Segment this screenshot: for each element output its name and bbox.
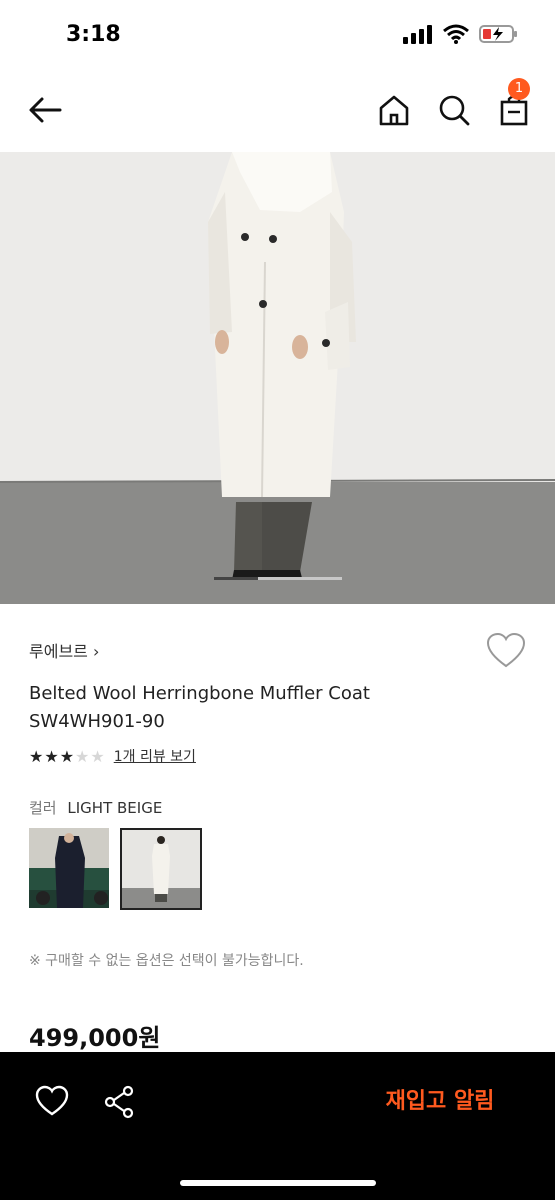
color-label: 컬러: [29, 799, 57, 817]
product-name: Belted Wool Herringbone Muffler Coat: [29, 683, 370, 704]
product-image[interactable]: [0, 152, 555, 604]
swatch-thumbnail-image: [29, 828, 109, 908]
carousel-progress-indicator: [214, 577, 258, 580]
review-link[interactable]: 1개 리뷰 보기: [114, 746, 196, 766]
color-option-row: 컬러 LIGHT BEIGE: [29, 797, 162, 818]
wishlist-button[interactable]: [486, 632, 526, 670]
product-code: SW4WH901-90: [29, 711, 165, 732]
swatch-thumbnail-image: [122, 830, 200, 908]
search-icon: [439, 95, 470, 126]
battery-charging-icon: [479, 25, 517, 43]
home-icon: [379, 95, 409, 126]
color-swatch-navy[interactable]: [29, 828, 109, 908]
star-icon: ★: [59, 746, 75, 766]
status-time: 3:18: [66, 22, 121, 47]
home-button[interactable]: [376, 92, 412, 128]
share-icon: [104, 1085, 134, 1119]
status-bar: 3:18: [0, 0, 555, 70]
like-button[interactable]: [34, 1084, 70, 1120]
heart-icon: [35, 1085, 69, 1116]
signal-icon: [403, 25, 432, 44]
product-photo: [0, 152, 555, 604]
arrow-left-icon: [29, 97, 62, 123]
star-icon: ★: [29, 746, 44, 766]
star-empty-icon: ★: [90, 746, 105, 766]
heart-icon: [486, 632, 526, 668]
product-title: Belted Wool Herringbone Muffler Coat SW4…: [29, 680, 370, 736]
status-icons: [403, 24, 519, 44]
bottom-action-bar: [0, 1052, 555, 1200]
option-notice: ※ 구매할 수 없는 옵션은 선택이 불가능합니다.: [29, 953, 304, 969]
color-value: LIGHT BEIGE: [67, 799, 163, 817]
rating-row: ★ ★ ★ ★ ★ 1개 리뷰 보기: [29, 746, 196, 766]
home-indicator: [180, 1180, 376, 1186]
star-empty-icon: ★: [75, 746, 90, 766]
wifi-icon: [443, 24, 469, 44]
nav-bar: [0, 80, 555, 140]
search-button[interactable]: [436, 92, 472, 128]
star-icon: ★: [44, 746, 59, 766]
restock-alert-button[interactable]: 재입고 알림: [370, 1084, 510, 1120]
color-swatch-light-beige[interactable]: [120, 828, 202, 910]
cart-count-badge: 1: [508, 78, 530, 100]
back-button[interactable]: [26, 92, 66, 128]
product-price: 499,000원: [29, 1024, 161, 1052]
brand-link[interactable]: 루에브르 ›: [29, 638, 99, 662]
share-button[interactable]: [102, 1084, 138, 1120]
